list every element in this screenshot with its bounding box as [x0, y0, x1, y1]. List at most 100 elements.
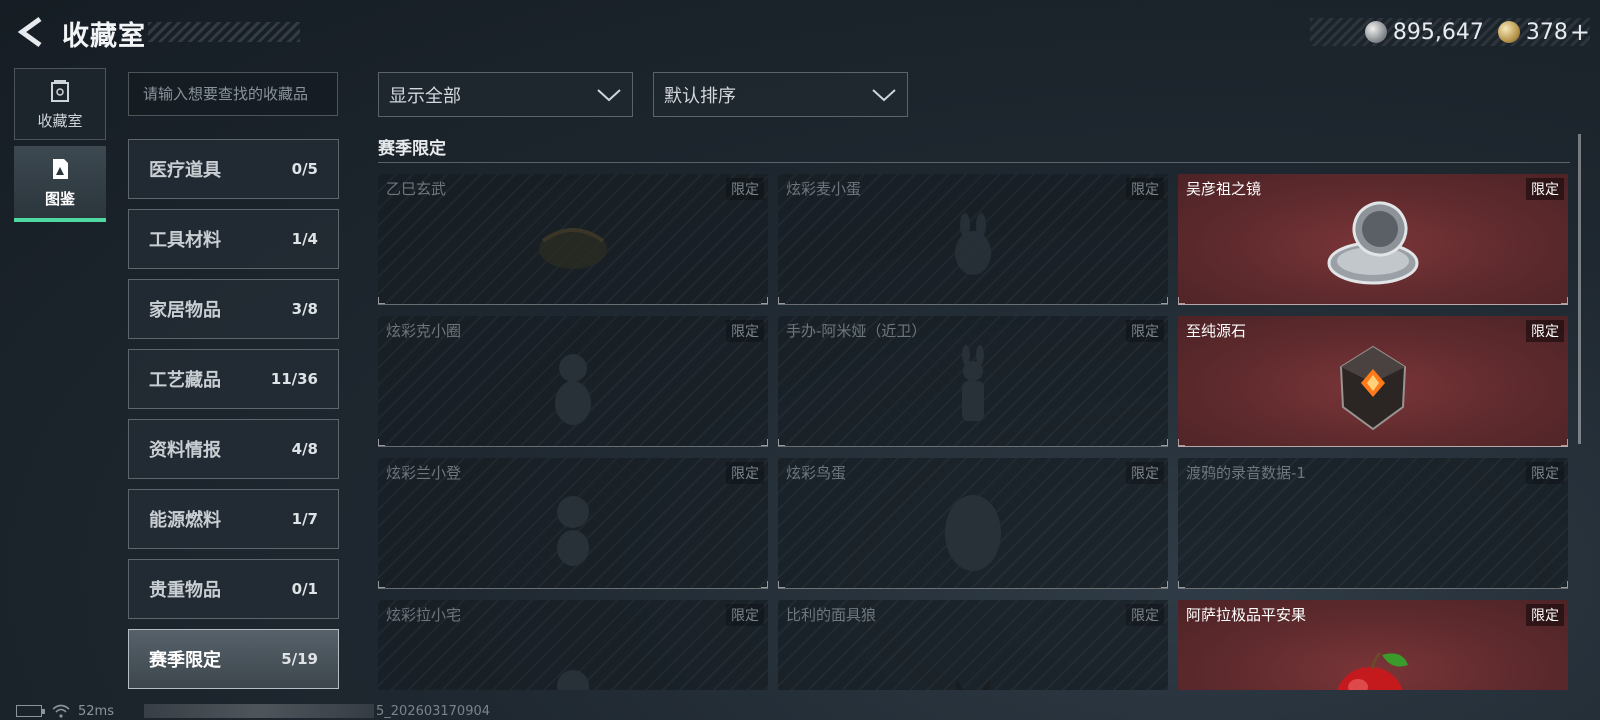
wolf-mask-silhouette-icon: [956, 679, 990, 690]
display-filter-dropdown[interactable]: 显示全部: [378, 72, 633, 117]
collectible-card[interactable]: 乙巳玄武 限定: [378, 174, 768, 305]
silver-currency: 895,647: [1364, 19, 1484, 45]
add-currency-button[interactable]: +: [1570, 18, 1590, 46]
category-label: 医疗道具: [149, 160, 221, 181]
figure-silhouette-icon: [555, 353, 591, 425]
limited-badge: 限定: [726, 462, 764, 484]
collectible-card[interactable]: 手办-阿米娅（近卫） 限定: [778, 316, 1168, 447]
gold-amount: 378: [1525, 19, 1568, 45]
figure-silhouette-icon: [557, 670, 589, 690]
category-count: 1/7: [291, 510, 318, 528]
category-count: 0/5: [291, 160, 318, 178]
ping-value: 52ms: [78, 703, 114, 719]
category-count: 4/8: [291, 440, 318, 458]
category-label: 能源燃料: [149, 510, 221, 531]
category-count: 0/1: [291, 580, 318, 598]
category-medical[interactable]: 医疗道具 0/5: [128, 139, 339, 199]
back-arrow-icon: [17, 16, 42, 48]
collection-search-input[interactable]: [128, 72, 338, 116]
section-divider: [378, 162, 1570, 163]
page-title: 收藏室: [62, 21, 146, 52]
gold-coin-icon: [1497, 21, 1520, 43]
collectible-name: 吴彦祖之镜: [1186, 180, 1262, 198]
limited-badge: 限定: [1526, 604, 1564, 626]
category-label: 工艺藏品: [149, 370, 221, 391]
battery-icon: [16, 705, 45, 717]
silver-amount: 895,647: [1392, 19, 1484, 45]
limited-badge: 限定: [726, 320, 764, 342]
category-label: 赛季限定: [149, 650, 221, 671]
collectible-grid: 乙巳玄武 限定 炫彩麦小蛋 限定 吴彦祖之镜 限定 炫彩克小圈 限定 手办-阿米…: [378, 174, 1570, 690]
display-filter-value: 显示全部: [389, 85, 461, 107]
limited-badge: 限定: [1526, 178, 1564, 200]
collectible-name: 手办-阿米娅（近卫）: [786, 322, 927, 340]
limited-badge: 限定: [1526, 462, 1564, 484]
category-tools[interactable]: 工具材料 1/4: [128, 209, 339, 269]
category-count: 3/8: [291, 300, 318, 318]
collectible-name: 至纯源石: [1186, 322, 1247, 340]
build-id: 5_202603170904: [375, 703, 491, 719]
collectible-card[interactable]: 比利的面具狼 限定: [778, 600, 1168, 690]
category-label: 家居物品: [149, 300, 221, 321]
category-crafts[interactable]: 工艺藏品 11/36: [128, 349, 339, 409]
limited-badge: 限定: [1126, 462, 1164, 484]
title-decoration: [148, 22, 300, 42]
nav-tab-label: 图鉴: [44, 189, 75, 208]
codex-icon: [53, 158, 68, 179]
limited-badge: 限定: [1126, 320, 1164, 342]
limited-badge: 限定: [1526, 320, 1564, 342]
compact-mirror-icon: [1327, 201, 1419, 284]
category-label: 贵重物品: [149, 580, 221, 601]
sort-value: 默认排序: [664, 85, 736, 107]
bunny-egg-silhouette-icon: [955, 212, 991, 275]
gold-currency[interactable]: 378 +: [1497, 18, 1590, 46]
category-label: 工具材料: [149, 230, 221, 251]
collectible-name: 炫彩拉小宅: [386, 606, 462, 624]
category-intel[interactable]: 资料情报 4/8: [128, 419, 339, 479]
chevron-down-icon: [872, 88, 896, 101]
limited-badge: 限定: [726, 604, 764, 626]
turtle-silhouette-icon: [539, 227, 607, 269]
collectible-name: 炫彩麦小蛋: [786, 180, 862, 198]
collectible-card[interactable]: 炫彩兰小登 限定: [378, 458, 768, 589]
limited-badge: 限定: [726, 178, 764, 200]
collectible-card[interactable]: 炫彩鸟蛋 限定: [778, 458, 1168, 589]
collectible-name: 炫彩鸟蛋: [786, 464, 847, 482]
category-season-limited[interactable]: 赛季限定 5/19: [128, 629, 339, 689]
category-household[interactable]: 家居物品 3/8: [128, 279, 339, 339]
sort-dropdown[interactable]: 默认排序: [653, 72, 908, 117]
collectible-name: 渡鸦的录音数据-1: [1186, 464, 1306, 482]
nav-tab-label: 收藏室: [37, 111, 83, 130]
collectible-name: 比利的面具狼: [786, 606, 877, 624]
collectible-card[interactable]: 渡鸦的录音数据-1 限定: [1178, 458, 1568, 589]
figure-silhouette-icon: [557, 495, 589, 566]
collectible-card[interactable]: 炫彩麦小蛋 限定: [778, 174, 1168, 305]
collectible-name: 乙巳玄武: [386, 180, 447, 198]
section-title: 赛季限定: [378, 139, 446, 159]
collectible-name: 阿萨拉极品平安果: [1186, 606, 1307, 624]
back-button[interactable]: [14, 14, 50, 50]
collectible-name: 炫彩克小圈: [386, 322, 462, 340]
wifi-icon: [52, 704, 70, 718]
category-valuables[interactable]: 贵重物品 0/1: [128, 559, 339, 619]
collectible-name: 炫彩兰小登: [386, 464, 462, 482]
currency-bar: 895,647 378 +: [1310, 18, 1590, 46]
category-label: 资料情报: [149, 440, 221, 461]
grid-scrollbar[interactable]: [1578, 134, 1581, 444]
collectible-card[interactable]: 阿萨拉极品平安果 限定: [1178, 600, 1568, 690]
collectible-card[interactable]: 炫彩拉小宅 限定: [378, 600, 768, 690]
category-energy[interactable]: 能源燃料 1/7: [128, 489, 339, 549]
limited-badge: 限定: [1126, 178, 1164, 200]
limited-badge: 限定: [1126, 604, 1164, 626]
vault-icon: [51, 79, 69, 102]
figurine-silhouette-icon: [962, 344, 984, 421]
collectible-card[interactable]: 吴彦祖之镜 限定: [1178, 174, 1568, 305]
collectible-card[interactable]: 至纯源石 限定: [1178, 316, 1568, 447]
nav-tab-collection-room[interactable]: 收藏室: [14, 68, 106, 140]
collectible-card[interactable]: 炫彩克小圈 限定: [378, 316, 768, 447]
nav-tab-codex[interactable]: 图鉴: [14, 146, 106, 222]
category-count: 5/19: [281, 650, 318, 668]
category-count: 1/4: [291, 230, 318, 248]
egg-silhouette-icon: [945, 494, 1001, 571]
blurred-text: [143, 704, 374, 718]
